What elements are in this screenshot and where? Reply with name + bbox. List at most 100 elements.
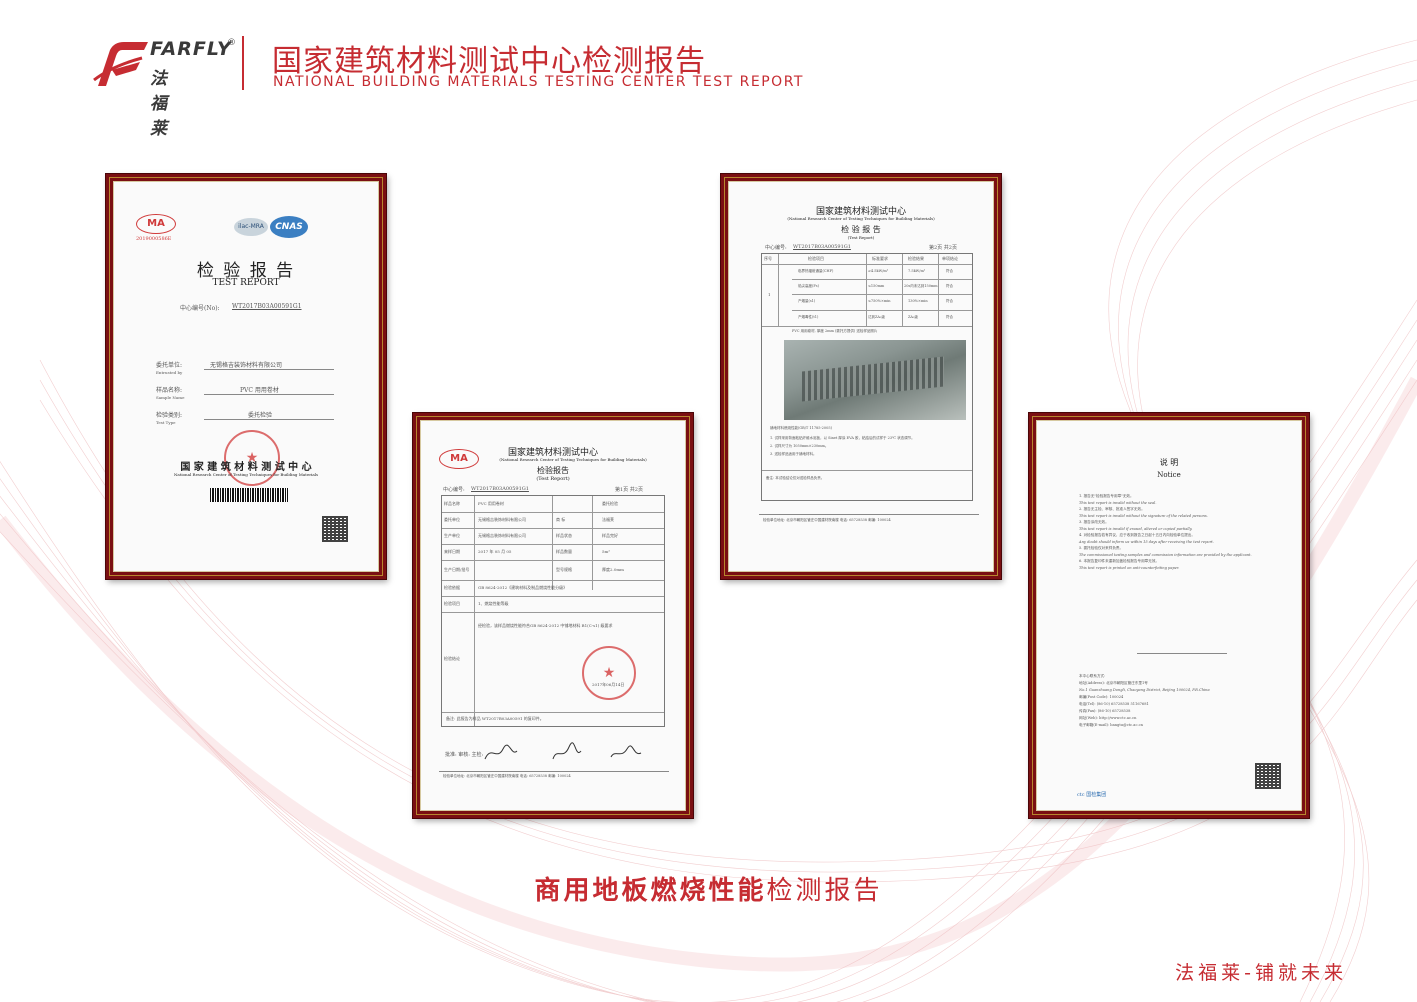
table-row: 临界热辐射通量(CHF) ≥4.5kW/m² 7.5kW/m² 符合 [762,264,972,279]
notice-items: 1. 报告无"检验报告专用章"无效。 This test report is i… [1079,493,1279,571]
sample-description: PVC 用用卷材, 厚度 2mm (委托方提供) 送检样品照片 [792,329,878,333]
row-label2: 商 标 [556,517,566,522]
row-result: 130%×min [908,299,928,303]
row-req: ≤150mm [868,284,885,288]
row-value: 无锡格吉装饰材料有限公司 [478,517,526,522]
table-row: 样品名称 PVC 用用卷材 委托检验 [442,496,664,512]
report-no-label: 中心编号(No): [180,305,220,312]
ctc-logo: ctc 国检集团 [1077,792,1107,798]
caption-bold: 商用地板燃烧性能 [534,876,767,906]
certificate-page-2: 国家建筑材料测试中心 (National Research Center of … [721,174,1001,579]
footer-address: 检验单位地址: 北京市朝阳区管庄中国建材院南楼 电话: 65728538 邮编:… [443,774,571,778]
row-item: 临界热辐射通量(CHF) [798,269,834,273]
row-result: ZA₁级 [908,315,918,319]
report-title-en: (Test Report) [536,476,570,482]
header-item: 检验项目 [808,256,824,261]
table-row: 产烟量(s1) ≤750%×min 130%×min 符合 [762,294,972,310]
row-item: 产烟量(s1) [798,299,816,303]
report-no: WT2017B03A00591G1 [471,486,529,492]
sample-label: 样品名称: [156,387,183,394]
page-subtitle: NATIONAL BUILDING MATERIALS TESTING CENT… [273,74,804,90]
ma-mark: MA [136,214,176,234]
certificate-paper: 说 明 Notice 1. 报告无"检验报告专用章"无效。 This test … [1036,420,1302,811]
contact-line: 网址(Web): http://www.ctc.ac.cn [1079,716,1137,720]
row-label: 样品名称 [444,501,460,506]
certificate-paper: 国家建筑材料测试中心 (National Research Center of … [728,181,994,572]
row-label: 生产日期/批号 [444,567,470,572]
table-row: 委托单位 无锡格吉装饰材料有限公司 商 标 法福莱 [442,512,664,528]
row-verdict: 符合 [946,299,953,303]
contact-line: 邮编(Post Code): 100024 [1079,695,1124,699]
qr-code [322,516,348,542]
notice-title-en: Notice [1157,471,1181,479]
table-row-line [442,712,664,713]
row-label: 来样日期 [444,549,460,554]
row-label2: 型号规格 [556,567,572,572]
client-value: 无锡格吉装饰材料有限公司 [210,362,283,369]
logo-text-cn: 法福莱 [150,69,167,139]
table-row-line [762,470,972,471]
header-no: 序号 [764,256,772,261]
report-no: WT2017B03A00591G1 [793,244,851,250]
footer-address: 检验单位地址: 北京市朝阳区管庄中国建材院南楼 电话: 65728538 邮编:… [763,518,891,522]
row-label: 生产单位 [444,533,460,538]
row-value: 2017 年 05 月 05 [478,549,512,554]
signature-labels: 批准: 审核: 主检: [445,752,484,758]
table-row: 产烟毒性(t1) 达到ZA₁级 ZA₁级 符合 [762,310,972,326]
header-result: 检验结果 [908,256,924,261]
report-title-cn: 检验报告 [537,466,569,475]
client-label-en: Entrusted by [156,370,183,375]
footer-rule [439,771,669,772]
barcode [210,488,288,502]
row-req: 达到ZA₁级 [868,315,885,319]
sample-underline [204,394,334,395]
certificate-paper: MA 国家建筑材料测试中心 (National Research Center … [420,420,686,811]
row-label2: 样品状态 [556,533,572,538]
contact-line: No.1 Guanzhuang Dongli, Chaoyang Distric… [1079,688,1210,692]
row-item: 焰尖高度(Fs) [798,284,819,288]
certificate-notice: 说 明 Notice 1. 报告无"检验报告专用章"无效。 This test … [1029,413,1309,818]
photo-caption: 铺地材料燃烧性能(GB/T 11785-2005) [770,426,832,430]
row-result: 7.5kW/m² [908,269,926,273]
contact-title: 本中心联系方式: [1079,674,1106,678]
table-row-line [762,326,972,327]
row-item: 产烟毒性(t1) [798,315,819,319]
certificate-paper: MA 2019000586E ilac-MRA CNAS 检 验 报 告 TES… [113,181,379,572]
stamp-date: 2017年06月14日 [592,682,625,687]
note-3: 3. 送检样品适用于铺地材料。 [770,452,817,456]
type-value: 委托检验 [248,412,273,419]
table-row: 来样日期 2017 年 05 月 05 样品数量 5m² [442,544,664,560]
row-verdict: 符合 [946,269,953,273]
row-label2: 样品数量 [556,549,572,554]
sample-photo [784,340,966,420]
row-label: 检验项目 [444,601,460,606]
row-label: 检验依据 [444,585,460,590]
header-verdict: 单项结论 [942,256,958,261]
type-label-en: Test Type [156,420,176,425]
remark: 备注: 本试验结论仅对送检样品负责。 [766,476,825,480]
client-label: 委托单位: [156,362,183,369]
header-req: 标准要求 [872,256,888,261]
row-value: 无锡格吉装饰材料有限公司 [478,533,526,538]
ilac-logo: ilac-MRA [234,218,268,236]
row-label: 委托单位 [444,517,460,522]
ma-number: 2019000586E [136,236,172,242]
contact-line: 电子邮箱(E-mail): bangtu@ctc.ac.cn [1079,723,1143,727]
row-value2: 委托检验 [602,501,618,506]
center-name-en: (National Research Center of Testing Tec… [787,216,935,221]
center-name-cn: 国 家 建 筑 材 料 测 试 中 心 [180,462,312,473]
table-header: 序号 检验项目 标准要求 检验结果 单项结论 [762,254,972,264]
table-row: 检验结论 经检验，该样品燃烧性能符合GB 8624-2012 中铺地材料 B1(… [442,612,664,712]
report-title-en: (Test Report) [847,235,875,240]
official-seal [582,646,636,700]
page-number: 第2页 共2页 [929,245,957,251]
notice-title-cn: 说 明 [1159,458,1179,467]
row-value2: 法福莱 [602,517,614,522]
notice-item: This test report is printed on anti-coun… [1079,565,1180,570]
report-title-en: TEST REPORT [212,278,280,288]
report-no-label: 中心编号: [443,487,465,493]
report-no: WT2017B03A00591G1 [232,303,302,310]
row-value: GB 8624-2012《建筑材料及制品燃烧性能分级》 [478,585,568,590]
caption-normal: 检测报告 [766,876,883,906]
type-underline [204,419,334,420]
